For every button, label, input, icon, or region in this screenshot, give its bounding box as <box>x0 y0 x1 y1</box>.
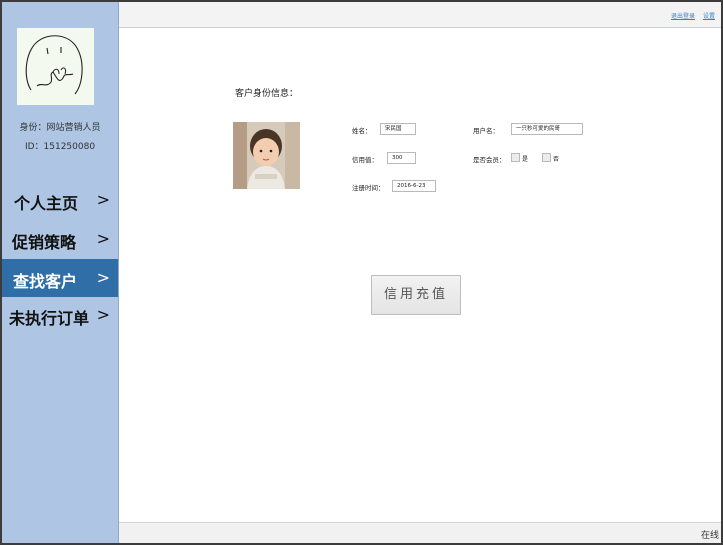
sidebar-item-promotion[interactable]: 促销策略 > <box>2 220 118 258</box>
member-yes-label: 是 <box>522 156 529 163</box>
customer-photo <box>233 122 300 189</box>
chevron-right-icon: > <box>96 305 110 324</box>
chevron-right-icon: > <box>96 268 110 287</box>
sidebar-item-find-customer[interactable]: 查找客户 > <box>2 259 118 297</box>
username-field[interactable]: 一只秒可爱的民哥 <box>511 123 583 135</box>
regtime-field[interactable]: 2016-6-23 <box>392 180 436 192</box>
credit-recharge-button[interactable]: 信用充值 <box>371 275 461 315</box>
chevron-right-icon: > <box>96 190 110 209</box>
chevron-right-icon: > <box>96 229 110 248</box>
name-field[interactable]: 宋民国 <box>380 123 416 135</box>
customer-photo-image <box>233 122 300 189</box>
sidebar-item-label: 查找客户 <box>13 272 78 291</box>
avatar-drawing <box>25 35 83 95</box>
credit-field[interactable]: 300 <box>387 152 416 164</box>
member-yes-checkbox[interactable] <box>511 153 520 162</box>
main-content: 客户身份信息： 姓名： 宋民国 用户名： 一只秒可爱的民哥 信用值： 300 是… <box>119 28 721 522</box>
top-bar: 退出登录 设置 <box>119 2 721 28</box>
member-no-label: 否 <box>553 156 560 163</box>
sidebar-item-pending-orders[interactable]: 未执行订单 > <box>2 296 118 334</box>
sidebar-item-label: 促销策略 <box>12 233 77 252</box>
logout-link[interactable]: 退出登录 <box>671 13 695 20</box>
identity-role: 身份：网站营销人员 <box>19 123 101 133</box>
regtime-label: 注册时间： <box>352 184 385 192</box>
identity-id: ID：151250080 <box>24 142 96 152</box>
status-bar: 在线 <box>119 522 721 543</box>
settings-link[interactable]: 设置 <box>703 13 715 20</box>
top-links: 退出登录 设置 <box>665 11 715 20</box>
member-no-checkbox[interactable] <box>542 153 551 162</box>
sidebar-item-home[interactable]: 个人主页 > <box>2 181 118 219</box>
sidebar-item-label: 未执行订单 <box>9 309 90 328</box>
username-label: 用户名： <box>473 127 499 135</box>
section-title: 客户身份信息： <box>235 89 299 99</box>
app-window: 身份：网站营销人员 ID：151250080 个人主页 > 促销策略 > 查找客… <box>2 2 721 543</box>
sidebar-item-label: 个人主页 <box>14 194 79 213</box>
credit-label: 信用值： <box>352 156 378 164</box>
member-label: 是否会员： <box>473 156 506 164</box>
name-label: 姓名： <box>352 127 372 135</box>
avatar <box>17 28 94 105</box>
sidebar: 身份：网站营销人员 ID：151250080 个人主页 > 促销策略 > 查找客… <box>2 2 119 543</box>
online-status: 在线 <box>700 531 719 541</box>
